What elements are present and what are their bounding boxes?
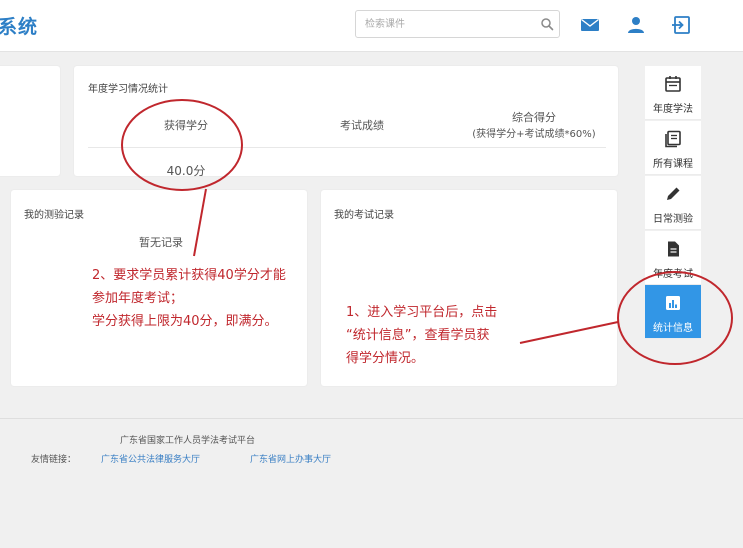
link-online-service-hall[interactable]: 广东省网上办事大厅: [250, 452, 331, 465]
annotation-note-1: 1、进入学习平台后，点击 “统计信息”，查看学员获 得学分情况。: [346, 305, 498, 366]
link-public-legal-service[interactable]: 广东省公共法律服务大厅: [101, 452, 200, 465]
footer-divider: [0, 418, 743, 419]
annotation-note-2: 2、要求学员累计获得40学分才能 参加年度考试； 学分获得上限为40分，即满分。: [92, 268, 286, 329]
footer-org: 广东省国家工作人员学法考试平台: [120, 436, 256, 446]
credits-highlight-ellipse: [121, 99, 243, 191]
note1-pointer-line: [519, 321, 619, 344]
statistics-highlight-ellipse: [617, 271, 733, 365]
note2-pointer-line: [193, 188, 207, 257]
friend-links-label: 友情链接：: [31, 455, 77, 465]
